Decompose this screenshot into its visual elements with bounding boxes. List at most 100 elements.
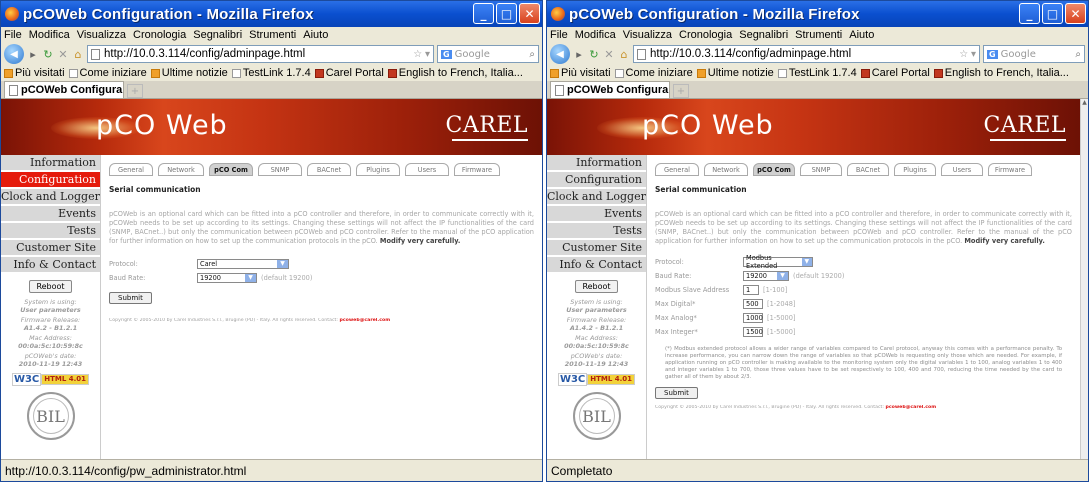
menu-file[interactable]: File bbox=[4, 29, 22, 41]
bookmark-item[interactable]: Carel Portal bbox=[314, 67, 384, 79]
menu-modifica[interactable]: Modifica bbox=[575, 29, 616, 41]
nav-tests[interactable]: Tests bbox=[1, 223, 100, 240]
tab-bacnet[interactable]: BACnet bbox=[847, 163, 889, 176]
menu-aiuto[interactable]: Aiuto bbox=[303, 29, 328, 41]
menu-strumenti[interactable]: Strumenti bbox=[795, 29, 842, 41]
stop-icon[interactable]: ✕ bbox=[57, 48, 69, 61]
max-analog-input[interactable]: 1000 bbox=[743, 313, 763, 323]
tab-plugins[interactable]: Plugins bbox=[894, 163, 936, 176]
baud-rate-select[interactable]: 19200 ▼ bbox=[197, 273, 257, 283]
stop-icon[interactable]: ✕ bbox=[603, 48, 615, 61]
baud-rate-select[interactable]: 19200 ▼ bbox=[743, 271, 789, 281]
reload-icon[interactable]: ↻ bbox=[588, 48, 600, 61]
tab-firmware[interactable]: Firmware bbox=[454, 163, 500, 176]
contact-email-link[interactable]: pcoweb@carel.com bbox=[339, 318, 390, 323]
nav-clock-and-logger[interactable]: Clock and Logger bbox=[1, 189, 100, 206]
vertical-scrollbar[interactable]: ▲ bbox=[1080, 99, 1088, 461]
forward-button[interactable]: ▸ bbox=[573, 48, 585, 61]
protocol-select[interactable]: Modbus Extended ▼ bbox=[743, 254, 813, 270]
bookmark-star-icon[interactable]: ☆ ▾ bbox=[959, 49, 976, 60]
bookmark-item[interactable]: Più visitati bbox=[550, 67, 611, 79]
forward-button[interactable]: ▸ bbox=[27, 48, 39, 61]
tab-pco-com[interactable]: pCO Com bbox=[753, 163, 795, 176]
nav-info-contact[interactable]: Info & Contact bbox=[1, 257, 100, 274]
nav-information[interactable]: Information bbox=[1, 155, 100, 172]
bookmark-item[interactable]: Carel Portal bbox=[860, 67, 930, 79]
nav-configuration[interactable]: Configuration bbox=[1, 172, 100, 189]
submit-button[interactable]: Submit bbox=[655, 387, 698, 399]
search-box[interactable]: G Google ⌕ bbox=[983, 45, 1085, 63]
contact-email-link[interactable]: pcoweb@carel.com bbox=[885, 405, 936, 410]
bookmark-item[interactable]: Più visitati bbox=[4, 67, 65, 79]
tab-general[interactable]: General bbox=[109, 163, 153, 176]
url-bar[interactable]: http://10.0.3.114/config/adminpage.html … bbox=[87, 45, 434, 63]
tab-snmp[interactable]: SNMP bbox=[258, 163, 302, 176]
tab-bacnet[interactable]: BACnet bbox=[307, 163, 351, 176]
w3c-html-badge[interactable]: W3C HTML 4.01 bbox=[11, 373, 90, 386]
nav-tests[interactable]: Tests bbox=[547, 223, 646, 240]
home-icon[interactable]: ⌂ bbox=[618, 48, 630, 61]
nav-information[interactable]: Information bbox=[547, 155, 646, 172]
nav-customer-site[interactable]: Customer Site bbox=[547, 240, 646, 257]
minimize-button[interactable]: _ bbox=[473, 3, 494, 24]
bookmark-item[interactable]: Come iniziare bbox=[68, 67, 147, 79]
url-bar[interactable]: http://10.0.3.114/config/adminpage.html … bbox=[633, 45, 980, 63]
browser-tab[interactable]: pCOWeb Configura... bbox=[4, 81, 124, 98]
search-box[interactable]: G Google ⌕ bbox=[437, 45, 539, 63]
bookmark-item[interactable]: Ultime notizie bbox=[696, 67, 774, 79]
tab-firmware[interactable]: Firmware bbox=[988, 163, 1032, 176]
nav-info-contact[interactable]: Info & Contact bbox=[547, 257, 646, 274]
browser-tab[interactable]: pCOWeb Configura... bbox=[550, 81, 670, 98]
reboot-button[interactable]: Reboot bbox=[29, 280, 72, 293]
tab-pco-com[interactable]: pCO Com bbox=[209, 163, 253, 176]
new-tab-button[interactable]: + bbox=[673, 84, 689, 98]
menu-visualizza[interactable]: Visualizza bbox=[77, 29, 126, 41]
tab-plugins[interactable]: Plugins bbox=[356, 163, 400, 176]
reload-icon[interactable]: ↻ bbox=[42, 48, 54, 61]
back-button[interactable]: ◀ bbox=[4, 44, 24, 64]
new-tab-button[interactable]: + bbox=[127, 84, 143, 98]
max-digital-input[interactable]: 500 bbox=[743, 299, 763, 309]
tab-snmp[interactable]: SNMP bbox=[800, 163, 842, 176]
menu-cronologia[interactable]: Cronologia bbox=[133, 29, 186, 41]
bookmark-item[interactable]: Come iniziare bbox=[614, 67, 693, 79]
tab-network[interactable]: Network bbox=[704, 163, 748, 176]
menu-segnalibri[interactable]: Segnalibri bbox=[739, 29, 788, 41]
nav-events[interactable]: Events bbox=[1, 206, 100, 223]
tab-general[interactable]: General bbox=[655, 163, 699, 176]
bookmark-item[interactable]: English to French, Italia... bbox=[387, 67, 523, 79]
home-icon[interactable]: ⌂ bbox=[72, 48, 84, 61]
nav-customer-site[interactable]: Customer Site bbox=[1, 240, 100, 257]
search-icon[interactable]: ⌕ bbox=[1075, 49, 1081, 60]
tab-network[interactable]: Network bbox=[158, 163, 204, 176]
search-icon[interactable]: ⌕ bbox=[529, 49, 535, 60]
slave-address-input[interactable]: 1 bbox=[743, 285, 759, 295]
menu-cronologia[interactable]: Cronologia bbox=[679, 29, 732, 41]
max-integer-input[interactable]: 1500 bbox=[743, 327, 763, 337]
close-button[interactable]: ✕ bbox=[1065, 3, 1086, 24]
menu-file[interactable]: File bbox=[550, 29, 568, 41]
nav-events[interactable]: Events bbox=[547, 206, 646, 223]
protocol-select[interactable]: Carel ▼ bbox=[197, 259, 289, 269]
minimize-button[interactable]: _ bbox=[1019, 3, 1040, 24]
maximize-button[interactable]: □ bbox=[496, 3, 517, 24]
menu-visualizza[interactable]: Visualizza bbox=[623, 29, 672, 41]
menu-strumenti[interactable]: Strumenti bbox=[249, 29, 296, 41]
bookmark-item[interactable]: English to French, Italia... bbox=[933, 67, 1069, 79]
tab-users[interactable]: Users bbox=[405, 163, 449, 176]
submit-button[interactable]: Submit bbox=[109, 292, 152, 304]
menu-segnalibri[interactable]: Segnalibri bbox=[193, 29, 242, 41]
menu-modifica[interactable]: Modifica bbox=[29, 29, 70, 41]
w3c-html-badge[interactable]: W3C HTML 4.01 bbox=[557, 373, 636, 386]
bookmark-item[interactable]: TestLink 1.7.4 bbox=[231, 67, 311, 79]
bookmark-item[interactable]: Ultime notizie bbox=[150, 67, 228, 79]
nav-configuration[interactable]: Configuration bbox=[547, 172, 646, 189]
bookmark-item[interactable]: TestLink 1.7.4 bbox=[777, 67, 857, 79]
nav-clock-and-logger[interactable]: Clock and Logger bbox=[547, 189, 646, 206]
maximize-button[interactable]: □ bbox=[1042, 3, 1063, 24]
reboot-button[interactable]: Reboot bbox=[575, 280, 618, 293]
close-button[interactable]: ✕ bbox=[519, 3, 540, 24]
back-button[interactable]: ◀ bbox=[550, 44, 570, 64]
tab-users[interactable]: Users bbox=[941, 163, 983, 176]
bookmark-star-icon[interactable]: ☆ ▾ bbox=[413, 49, 430, 60]
